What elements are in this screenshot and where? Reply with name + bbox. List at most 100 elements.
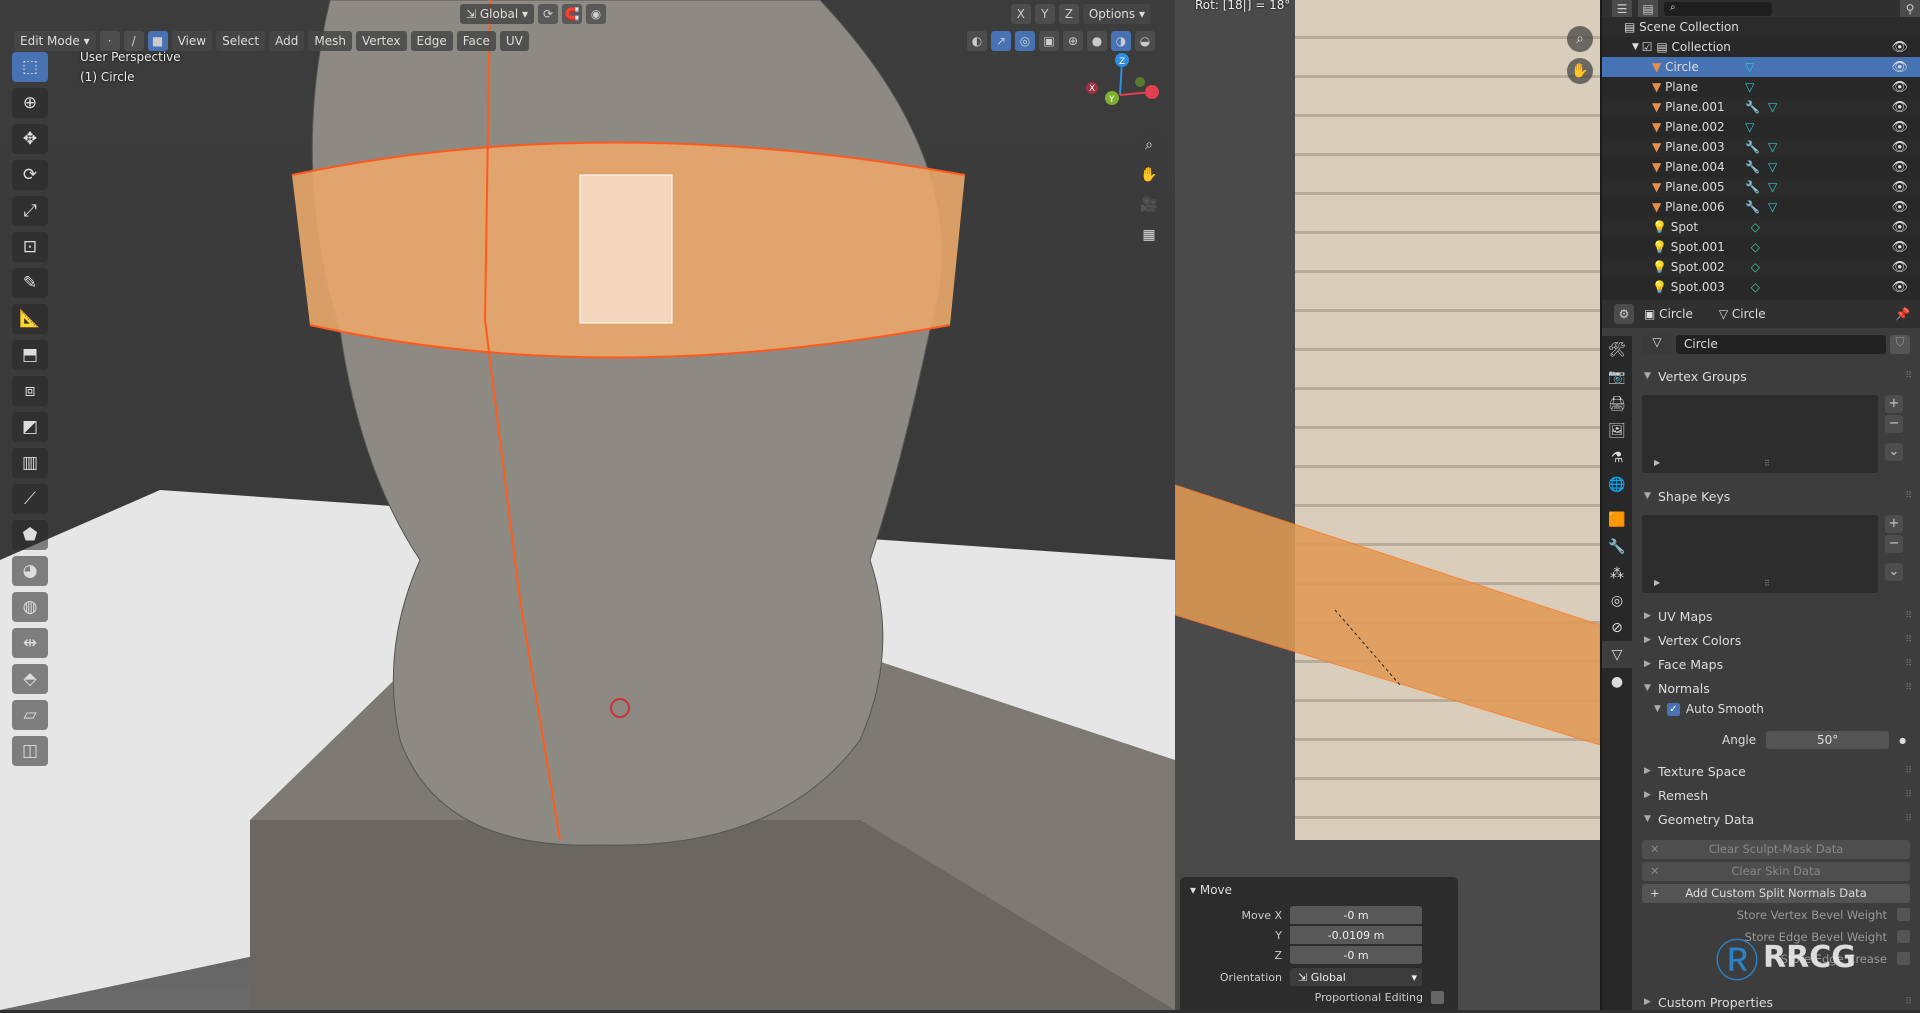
shape-keys-remove-button[interactable]: −	[1885, 535, 1903, 553]
eye-icon[interactable]: 👁	[1891, 80, 1908, 95]
tool-tab-icon[interactable]: 🛠	[1602, 336, 1632, 363]
eye-icon[interactable]: 👁	[1891, 120, 1908, 135]
mirror-x-toggle[interactable]: X	[1010, 4, 1031, 24]
orientation-dropdown[interactable]: ⇲ Global ▾	[460, 4, 534, 24]
expand-arrow-icon[interactable]: ▼	[1632, 42, 1642, 52]
shrink-fatten-tool-icon[interactable]: ⬘	[12, 664, 48, 694]
gizmo-icon[interactable]: ↗	[991, 31, 1011, 51]
menu-add[interactable]: Add	[269, 31, 305, 51]
outliner-item[interactable]: ▼ Plane.006 🔧 ▽ 👁	[1602, 197, 1920, 217]
pin-icon[interactable]: 📌	[1895, 307, 1920, 321]
vertex-select-icon[interactable]: ·	[99, 31, 120, 51]
annotate-tool-icon[interactable]: ✎	[12, 268, 48, 298]
spin-tool-icon[interactable]: ◕	[12, 556, 48, 586]
eye-icon[interactable]: 👁	[1891, 240, 1908, 255]
proportional-editing-checkbox[interactable]	[1431, 990, 1444, 1004]
outliner-item[interactable]: ▼ Plane.001 🔧 ▽ 👁	[1602, 97, 1920, 117]
mode-dropdown[interactable]: Edit Mode ▾	[14, 31, 96, 51]
add-split-normals-button[interactable]: + Add Custom Split Normals Data	[1642, 884, 1910, 903]
outliner-collection[interactable]: ▼ ☑ ▤ Collection 👁	[1602, 37, 1920, 57]
shear-tool-icon[interactable]: ▱	[12, 700, 48, 730]
mesh-data-tab-icon[interactable]: ▽	[1602, 641, 1632, 668]
overlay-icon[interactable]: ◎	[1015, 31, 1035, 51]
menu-view[interactable]: View	[171, 31, 213, 51]
move-panel-header[interactable]: ▾ Move	[1190, 883, 1448, 897]
drag-handle-icon[interactable]: ⠿	[1905, 635, 1912, 645]
output-tab-icon[interactable]: 🖨	[1602, 390, 1632, 417]
editor-type-icon[interactable]: ⚙	[1614, 304, 1634, 324]
section-vertex-colors[interactable]: ▶ Vertex Colors ⠿	[1634, 629, 1920, 651]
fake-user-icon[interactable]: ⛉	[1890, 335, 1910, 354]
outliner-item[interactable]: 💡 Spot.002 ◇ 👁	[1602, 257, 1920, 277]
keyframe-dot-icon[interactable]: ●	[1899, 736, 1906, 745]
select-box-tool-icon[interactable]: ⬚	[12, 52, 48, 82]
collection-checkbox[interactable]: ☑	[1642, 40, 1657, 54]
modifier-tab-icon[interactable]: 🔧	[1602, 533, 1632, 560]
3d-viewport[interactable]: ⇲ Global ▾ ⟳ 🧲 ◉ X Y Z Options ▾ Edit Mo…	[0, 0, 1175, 1010]
eye-icon[interactable]: 👁	[1891, 140, 1908, 155]
wireframe-shading-icon[interactable]: ⊕	[1063, 31, 1083, 51]
outliner-item[interactable]: 💡 Spot ◇ 👁	[1602, 217, 1920, 237]
move-tool-icon[interactable]: ✥	[12, 124, 48, 154]
camera-icon[interactable]: 🎥	[1136, 192, 1162, 218]
zoom-icon[interactable]: ⌕	[1567, 26, 1593, 52]
material-tab-icon[interactable]: ●	[1602, 668, 1632, 695]
smooth-tool-icon[interactable]: ◍	[12, 592, 48, 622]
section-texture-space[interactable]: ▶ Texture Space ⠿	[1634, 760, 1920, 782]
drag-handle-icon[interactable]: ⠿	[1905, 371, 1912, 381]
drag-handle-icon[interactable]: ⠿	[1905, 997, 1912, 1007]
vertex-groups-remove-button[interactable]: −	[1885, 415, 1903, 433]
extrude-region-tool-icon[interactable]: ⬒	[12, 340, 48, 370]
move-y-field[interactable]: -0.0109 m	[1290, 925, 1422, 945]
section-normals[interactable]: ▼ Normals ⠿	[1634, 677, 1920, 699]
outliner-item[interactable]: ▼ Plane.003 🔧 ▽ 👁	[1602, 137, 1920, 157]
pan-hand-icon[interactable]: ✋	[1136, 162, 1162, 188]
outliner-item[interactable]: ▼ Circle ▽ 👁	[1602, 57, 1920, 77]
section-face-maps[interactable]: ▶ Face Maps ⠿	[1634, 653, 1920, 675]
mesh-browse-icon[interactable]: ▽	[1642, 335, 1672, 354]
loop-cut-tool-icon[interactable]: ▥	[12, 448, 48, 478]
menu-mesh[interactable]: Mesh	[308, 31, 352, 51]
eye-icon[interactable]: 👁	[1891, 180, 1908, 195]
eye-icon[interactable]: 👁	[1891, 200, 1908, 215]
menu-edge[interactable]: Edge	[410, 31, 453, 51]
drag-handle-icon[interactable]: ⠿	[1905, 611, 1912, 621]
drag-handle-icon[interactable]: ⠿	[1905, 659, 1912, 669]
orientation-select[interactable]: ⇲ Global ▾	[1290, 967, 1422, 987]
vertex-groups-add-button[interactable]: +	[1885, 395, 1903, 413]
shape-keys-list[interactable]: ▶ ⠿	[1642, 515, 1878, 593]
drag-handle-icon[interactable]: ⠿	[1905, 766, 1912, 776]
outliner-item[interactable]: ▼ Plane.002 ▽ 👁	[1602, 117, 1920, 137]
eye-icon[interactable]: 👁	[1891, 100, 1908, 115]
uv-editor[interactable]: Rot: [18|] = 18° ⌕ ✋ ▾ Move Move X -0 m Y…	[1175, 0, 1600, 1010]
section-remesh[interactable]: ▶ Remesh ⠿	[1634, 784, 1920, 806]
pan-hand-icon[interactable]: ✋	[1567, 58, 1593, 84]
particles-tab-icon[interactable]: ⁂	[1602, 560, 1632, 587]
mirror-y-toggle[interactable]: Y	[1034, 4, 1055, 24]
bevel-tool-icon[interactable]: ◩	[12, 412, 48, 442]
outliner-item[interactable]: 💡 Spot.001 ◇ 👁	[1602, 237, 1920, 257]
section-uv-maps[interactable]: ▶ UV Maps ⠿	[1634, 605, 1920, 627]
shape-keys-add-button[interactable]: +	[1885, 515, 1903, 533]
world-tab-icon[interactable]: 🌐	[1602, 471, 1632, 498]
section-geometry-data[interactable]: ▼ Geometry Data ⠿	[1634, 808, 1920, 830]
menu-face[interactable]: Face	[456, 31, 496, 51]
scene-tab-icon[interactable]: ⚗	[1602, 444, 1632, 471]
mesh-name-field[interactable]: Circle	[1676, 335, 1886, 354]
rotate-tool-icon[interactable]: ⟳	[12, 160, 48, 190]
visibility-icon[interactable]: ◐	[967, 31, 987, 51]
rendered-shading-icon[interactable]: ◒	[1135, 31, 1155, 51]
move-x-field[interactable]: -0 m	[1290, 905, 1422, 925]
vertex-groups-list[interactable]: ▶ ⠿	[1642, 395, 1878, 473]
drag-handle-icon[interactable]: ⠿	[1905, 683, 1912, 693]
option-checkbox[interactable]	[1897, 908, 1910, 921]
navigation-gizmo[interactable]: Z Y X	[1080, 50, 1160, 120]
pivot-icon[interactable]: ⟳	[538, 4, 558, 24]
ortho-grid-icon[interactable]: ▦	[1136, 222, 1162, 248]
outliner-item[interactable]: 💡 Spot.003 ◇ 👁	[1602, 277, 1920, 297]
xray-icon[interactable]: ▣	[1039, 31, 1059, 51]
shape-keys-specials-menu-button[interactable]: ⌄	[1885, 563, 1903, 581]
measure-tool-icon[interactable]: 📐	[12, 304, 48, 334]
menu-uv[interactable]: UV	[499, 31, 529, 51]
render-tab-icon[interactable]: 📷	[1602, 363, 1632, 390]
